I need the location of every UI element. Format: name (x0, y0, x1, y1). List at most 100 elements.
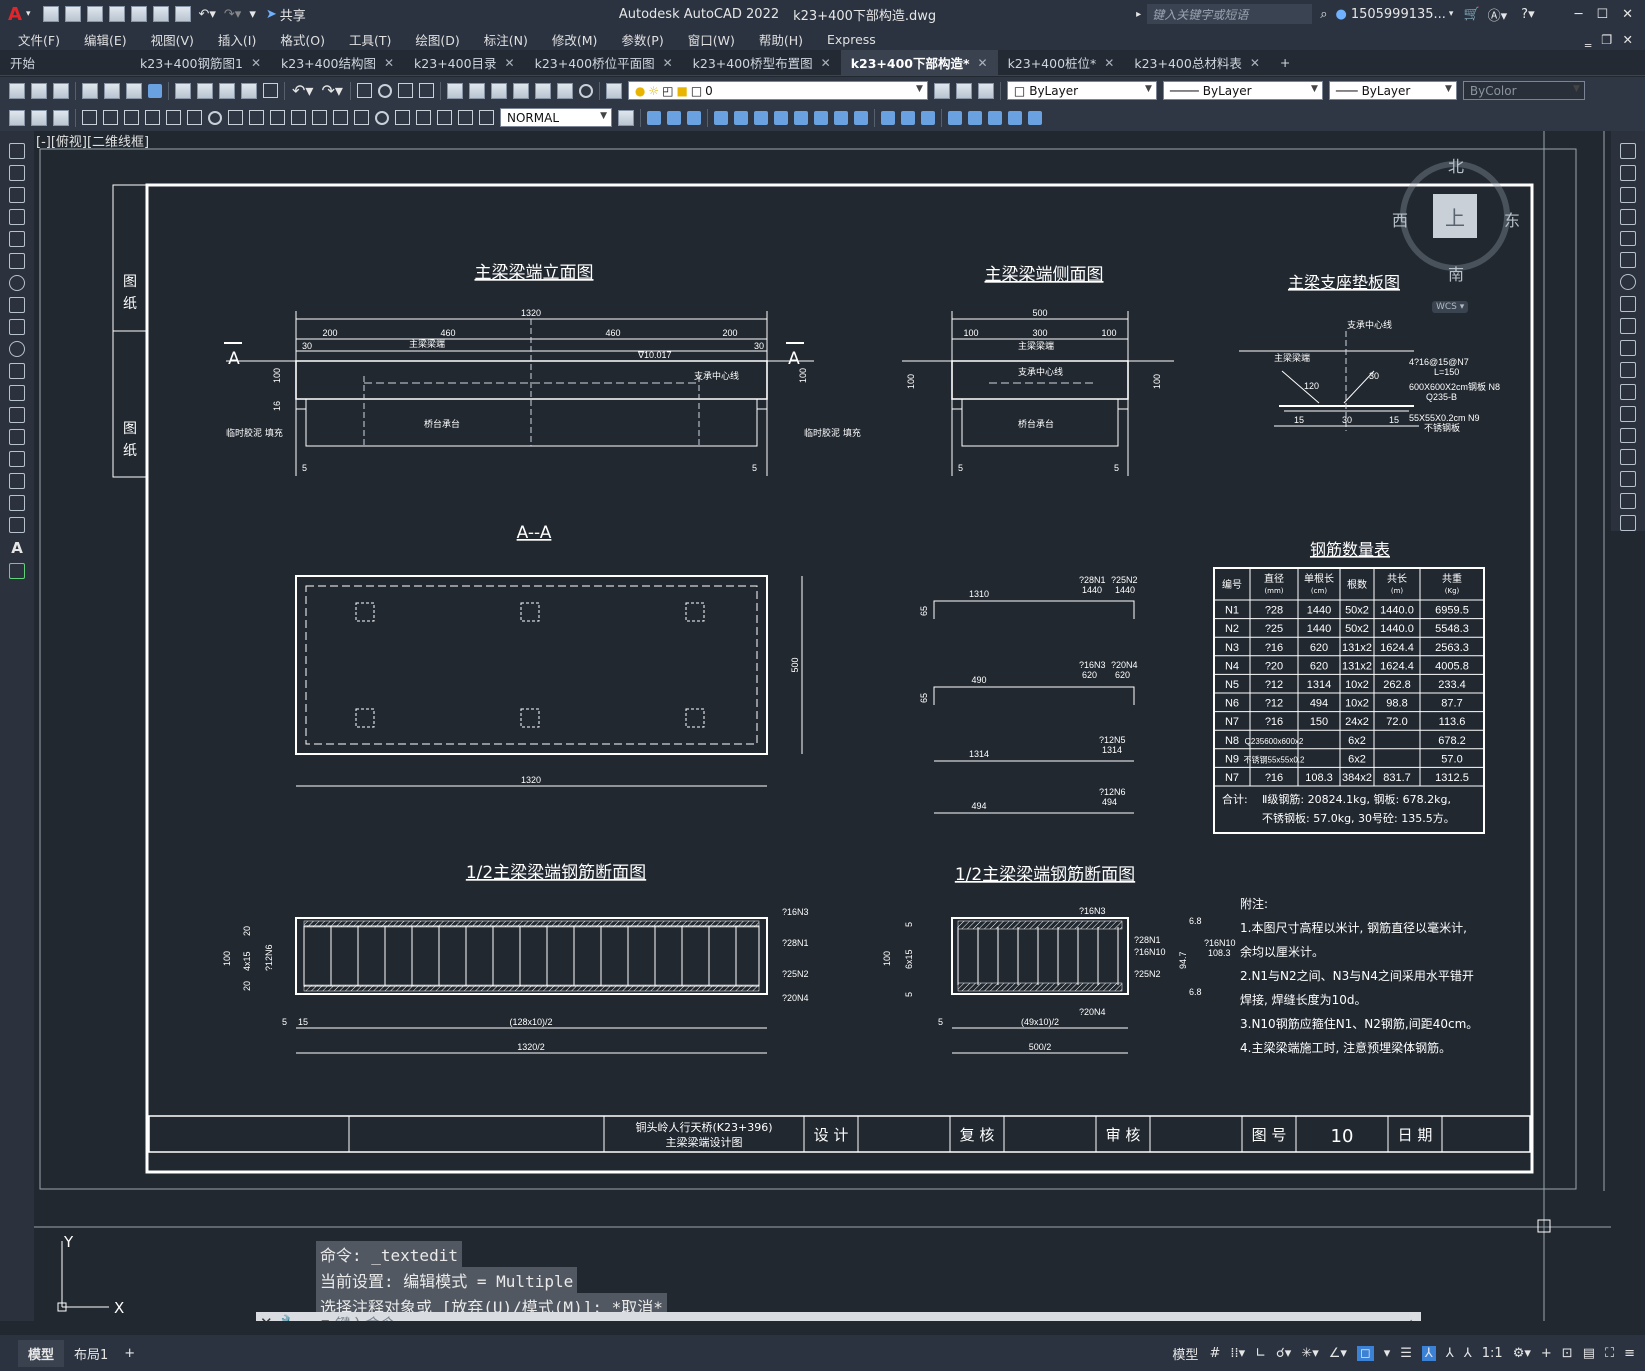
aligned-dim-icon[interactable] (103, 110, 118, 125)
plot-icon[interactable] (153, 6, 170, 22)
baseline-dim-icon[interactable] (270, 110, 285, 125)
search-expand-icon[interactable]: ▸ (1136, 9, 1141, 20)
tab-close-icon[interactable]: ✕ (978, 56, 988, 70)
dim-style-dropdown[interactable]: NORMAL ▼ (500, 108, 612, 127)
polar-icon[interactable]: ☌▾ (1276, 1346, 1291, 1361)
annotation-visibility-icon[interactable]: ⅄ (1421, 1345, 1436, 1361)
annotation-scale-value[interactable]: 1:1 (1482, 1346, 1503, 1361)
redo-icon[interactable]: ↷▾ (224, 7, 241, 22)
annotation-scale-icon[interactable]: ⅄ (1464, 1346, 1472, 1361)
slice-icon[interactable] (754, 110, 768, 125)
undo-icon[interactable]: ↶▾ (292, 81, 313, 100)
quickcalc-icon[interactable] (556, 82, 573, 99)
menu-format[interactable]: 格式(O) (268, 30, 337, 49)
autocad-logo-icon[interactable]: A (8, 4, 22, 25)
fillet-icon[interactable] (1620, 471, 1636, 488)
grid-icon[interactable]: # (1209, 1346, 1220, 1361)
rotate-icon[interactable] (1620, 274, 1636, 291)
tab-model[interactable]: 模型 (18, 1339, 65, 1367)
redo-icon[interactable]: ↷▾ (321, 81, 342, 100)
ellipse-icon[interactable] (9, 341, 25, 357)
design-center-icon[interactable] (468, 82, 485, 99)
hatch-icon[interactable] (9, 451, 25, 467)
layer-previous-icon[interactable] (955, 82, 972, 99)
save-as-icon[interactable] (109, 6, 126, 22)
publish-icon[interactable] (131, 6, 148, 22)
plot-preview-icon[interactable] (104, 82, 120, 99)
plot-icon[interactable] (82, 82, 98, 99)
drawing-viewport[interactable]: [-][俯视][二维线框] 图 纸 图 纸 主梁梁端立面图 主梁梁端侧面图 主梁… (34, 131, 1611, 1321)
maximize-icon[interactable]: ☐ (1596, 7, 1608, 22)
sweep-icon[interactable] (794, 110, 808, 125)
arc-length-icon[interactable] (124, 110, 139, 125)
ucs-face-icon[interactable] (1028, 110, 1042, 125)
customize-icon[interactable]: ▾ (249, 7, 256, 22)
undo-icon[interactable]: ↶▾ (198, 7, 215, 22)
drawing-canvas[interactable]: 图 纸 图 纸 主梁梁端立面图 主梁梁端侧面图 主梁支座垫板图 A--A 钢筋数… (34, 131, 1611, 1321)
sheet-set-icon[interactable] (512, 82, 529, 99)
tab-start[interactable]: 开始 (0, 50, 130, 75)
tab-contents[interactable]: k23+400目录 ✕ (404, 50, 525, 75)
clean-screen-icon[interactable]: ⛶ (1605, 1346, 1614, 1361)
menu-draw[interactable]: 绘图(D) (403, 30, 471, 49)
mirror-icon[interactable] (1620, 186, 1636, 203)
polygon-icon[interactable] (9, 209, 25, 225)
continue-dim-icon[interactable] (291, 110, 306, 125)
chamfer-icon[interactable] (1620, 449, 1636, 466)
line-icon[interactable] (9, 143, 25, 159)
share-icon[interactable]: ➤ (266, 7, 277, 22)
union-icon[interactable] (667, 110, 681, 125)
search-input[interactable]: 键入关键字或短语 (1147, 4, 1313, 24)
save-icon[interactable] (53, 82, 69, 99)
print-icon[interactable] (175, 6, 192, 22)
zoom-window-icon[interactable] (397, 83, 413, 98)
solid-edit-icon[interactable] (854, 110, 868, 125)
save-icon[interactable] (87, 6, 104, 22)
menu-window[interactable]: 窗口(W) (676, 30, 747, 49)
dim-edit-icon[interactable] (437, 110, 452, 125)
extend-icon[interactable] (1620, 361, 1636, 378)
viewcube-east[interactable]: 东 (1504, 207, 1520, 231)
multiline-text-icon[interactable]: A (11, 539, 23, 557)
menu-dimension[interactable]: 标注(N) (472, 30, 540, 49)
customization-icon[interactable]: ≡ (1624, 1346, 1635, 1361)
angular-dim-icon[interactable] (228, 110, 243, 125)
tab-close-icon[interactable]: ✕ (663, 56, 673, 70)
object-snap-tracking-icon[interactable]: ∠▾ (1329, 1346, 1347, 1361)
linetype-dropdown[interactable]: ──── ByLayer ▼ (1162, 81, 1323, 100)
wcs-menu[interactable]: WCS ▾ (1432, 301, 1469, 313)
menu-file[interactable]: 文件(F) (6, 30, 72, 49)
doc-restore-icon[interactable]: ❐ (1601, 32, 1612, 47)
inspection-icon[interactable] (395, 110, 410, 125)
help-icon[interactable] (578, 83, 593, 98)
construction-line-icon[interactable] (9, 165, 25, 181)
intersect-icon[interactable] (834, 110, 848, 125)
join-icon[interactable] (1620, 427, 1636, 444)
spline-icon[interactable] (9, 319, 25, 335)
menu-tools[interactable]: 工具(T) (337, 30, 403, 49)
offset-icon[interactable] (1620, 208, 1636, 225)
menu-view[interactable]: 视图(V) (139, 30, 206, 49)
tolerance-icon[interactable] (354, 110, 369, 125)
extrude-icon[interactable] (714, 110, 728, 125)
move-icon[interactable] (1620, 252, 1636, 269)
user-dropdown-icon[interactable]: ▾ (1449, 9, 1454, 19)
object-snap-dropdown-icon[interactable]: ▾ (1384, 1346, 1391, 1361)
3d-print-icon[interactable] (148, 83, 162, 98)
break-at-point-icon[interactable] (1620, 383, 1636, 400)
tab-close-icon[interactable]: ✕ (1250, 56, 1260, 70)
match-prop-icon[interactable] (241, 82, 257, 99)
model-space-button[interactable]: 模型 (1172, 1344, 1198, 1363)
autodesk-a360-icon[interactable]: Ⓐ▾ (1488, 5, 1508, 24)
materials-icon[interactable] (921, 110, 935, 125)
new-tab-button[interactable]: + (1270, 50, 1300, 75)
user-name[interactable]: 1505999135... (1351, 7, 1446, 22)
share-button[interactable]: 共享 (280, 5, 306, 24)
region-icon[interactable] (9, 495, 25, 511)
subtract-icon[interactable] (687, 110, 701, 125)
command-recent-icon[interactable]: ▭▾ (307, 1314, 329, 1321)
layer-dropdown[interactable]: ● ☼ ◰ ■ □ 0 ▼ (627, 81, 928, 100)
tab-pile-position[interactable]: k23+400桩位* ✕ (998, 50, 1125, 75)
make-block-icon[interactable] (9, 407, 25, 423)
ordinate-dim-icon[interactable] (145, 110, 160, 125)
